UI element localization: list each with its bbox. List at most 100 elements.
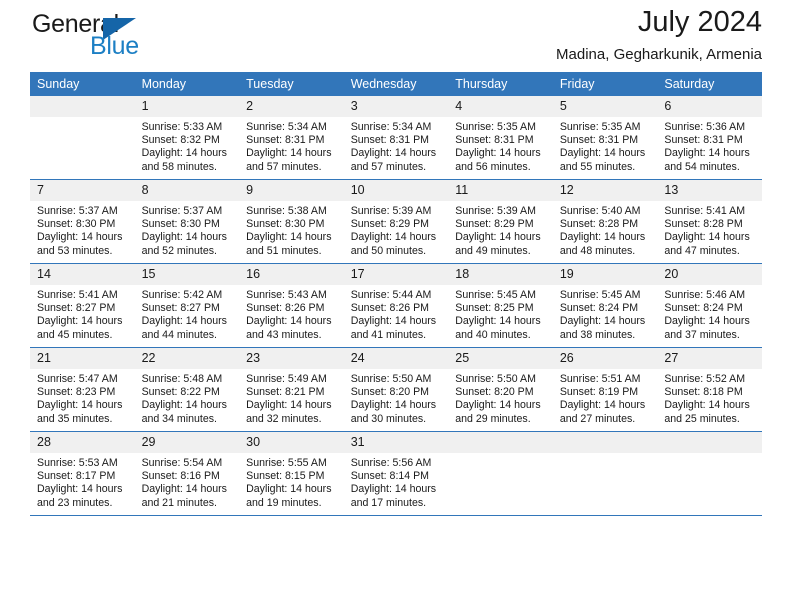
- day-info-line: Sunrise: 5:46 AM: [664, 289, 746, 301]
- day-info-line: Daylight: 14 hours: [141, 147, 227, 160]
- calendar-day-cell[interactable]: 8 Sunrise: 5:37 AM Sunset: 8:30 PM Daylight…: [134, 179, 240, 264]
- day-info-line: and 50 minutes.: [350, 244, 427, 257]
- calendar-day-cell[interactable]: 18 Sunrise: 5:45 AM Sunset: 8:25 PM Dayligh…: [448, 263, 553, 348]
- day-number: 2: [239, 96, 344, 117]
- day-info-line: Daylight: 14 hours: [559, 315, 646, 328]
- day-info-line: and 57 minutes.: [350, 160, 427, 173]
- day-info-line: Sunrise: 5:48 AM: [141, 373, 223, 385]
- calendar-day-cell-empty: [552, 431, 658, 516]
- day-info-line: Sunrise: 5:52 AM: [664, 373, 746, 385]
- day-number: 17: [343, 264, 449, 285]
- day-sun-info: Sunrise: 5:41 AM Sunset: 8:27 PM Daylight:…: [30, 285, 135, 342]
- day-sun-info: Sunrise: 5:34 AM Sunset: 8:31 PM Daylight:…: [344, 117, 449, 174]
- day-info-line: and 56 minutes.: [455, 160, 531, 173]
- calendar-day-cell[interactable]: 4 Sunrise: 5:35 AM Sunset: 8:31 PM Daylight…: [448, 96, 553, 180]
- day-number: 16: [239, 264, 344, 285]
- calendar-day-cell[interactable]: 23 Sunrise: 5:49 AM Sunset: 8:21 PM Dayligh…: [239, 347, 344, 432]
- calendar-day-cell[interactable]: 25 Sunrise: 5:50 AM Sunset: 8:20 PM Dayligh…: [448, 347, 553, 432]
- day-info-line: Daylight: 14 hours: [350, 483, 437, 496]
- calendar-day-cell[interactable]: 11 Sunrise: 5:39 AM Sunset: 8:29 PM Dayligh…: [448, 179, 553, 264]
- calendar-day-cell[interactable]: 14 Sunrise: 5:41 AM Sunset: 8:27 PM Dayligh…: [30, 263, 135, 348]
- day-info-line: Daylight: 14 hours: [141, 483, 227, 496]
- day-info-line: Sunset: 8:29 PM: [350, 218, 430, 231]
- day-info-line: and 19 minutes.: [246, 496, 322, 509]
- day-info-line: Sunrise: 5:35 AM: [559, 121, 641, 133]
- day-sun-info: Sunrise: 5:52 AM Sunset: 8:18 PM Daylight:…: [657, 369, 762, 426]
- day-info-line: and 44 minutes.: [141, 328, 217, 341]
- brand-logo[interactable]: General Blue: [30, 8, 250, 64]
- calendar-day-cell[interactable]: 2 Sunrise: 5:34 AM Sunset: 8:31 PM Daylight…: [239, 96, 344, 180]
- day-info-line: Sunset: 8:28 PM: [559, 218, 639, 231]
- day-info-line: Sunrise: 5:49 AM: [246, 373, 327, 385]
- calendar-day-cell[interactable]: 20 Sunrise: 5:46 AM Sunset: 8:24 PM Dayligh…: [657, 263, 762, 348]
- day-info-line: Sunrise: 5:45 AM: [455, 289, 536, 301]
- calendar-day-cell[interactable]: 9 Sunrise: 5:38 AM Sunset: 8:30 PM Daylight…: [239, 179, 344, 264]
- title-block: July 2024 Madina, Gegharkunik, Armenia: [556, 0, 762, 66]
- calendar-day-cell[interactable]: 13 Sunrise: 5:41 AM Sunset: 8:28 PM Dayligh…: [657, 179, 762, 264]
- day-info-line: Sunrise: 5:47 AM: [37, 373, 118, 385]
- day-info-line: Sunrise: 5:55 AM: [246, 457, 327, 469]
- day-number: 13: [657, 180, 762, 201]
- calendar-day-cell[interactable]: 30 Sunrise: 5:55 AM Sunset: 8:15 PM Dayligh…: [239, 431, 344, 516]
- calendar-day-cell[interactable]: 22 Sunrise: 5:48 AM Sunset: 8:22 PM Dayligh…: [134, 347, 240, 432]
- day-number: 25: [448, 348, 553, 369]
- day-info-line: and 37 minutes.: [664, 328, 740, 341]
- calendar-day-cell[interactable]: 10 Sunrise: 5:39 AM Sunset: 8:29 PM Dayligh…: [343, 179, 449, 264]
- day-info-line: Sunset: 8:16 PM: [141, 470, 220, 483]
- day-info-line: and 40 minutes.: [455, 328, 531, 341]
- day-info-line: Sunrise: 5:34 AM: [246, 121, 327, 133]
- day-info-line: and 38 minutes.: [559, 328, 636, 341]
- day-info-line: Sunset: 8:31 PM: [664, 134, 743, 147]
- day-sun-info: Sunrise: 5:47 AM Sunset: 8:23 PM Daylight:…: [30, 369, 135, 426]
- day-info-line: Sunset: 8:22 PM: [141, 386, 220, 399]
- weekday-header-sunday: Sunday: [30, 72, 135, 96]
- calendar-body: 1 Sunrise: 5:33 AM Sunset: 8:32 PM Daylight…: [30, 96, 762, 516]
- day-info-line: Daylight: 14 hours: [246, 147, 332, 160]
- calendar-day-cell[interactable]: 12 Sunrise: 5:40 AM Sunset: 8:28 PM Dayligh…: [552, 179, 658, 264]
- day-info-line: Daylight: 14 hours: [246, 399, 332, 412]
- calendar-day-cell[interactable]: 1 Sunrise: 5:33 AM Sunset: 8:32 PM Daylight…: [134, 96, 240, 180]
- calendar-day-cell[interactable]: 21 Sunrise: 5:47 AM Sunset: 8:23 PM Dayligh…: [30, 347, 135, 432]
- weekday-header-wednesday: Wednesday: [343, 72, 449, 96]
- day-info-line: Daylight: 14 hours: [664, 147, 750, 160]
- calendar-day-cell[interactable]: 27 Sunrise: 5:52 AM Sunset: 8:18 PM Dayligh…: [657, 347, 762, 432]
- calendar-day-cell[interactable]: 28 Sunrise: 5:53 AM Sunset: 8:17 PM Dayligh…: [30, 431, 135, 516]
- day-info-line: Daylight: 14 hours: [37, 483, 123, 496]
- day-info-line: and 55 minutes.: [559, 160, 636, 173]
- calendar-day-cell[interactable]: 19 Sunrise: 5:45 AM Sunset: 8:24 PM Dayligh…: [552, 263, 658, 348]
- day-info-line: Sunset: 8:21 PM: [246, 386, 325, 399]
- calendar-day-cell[interactable]: 3 Sunrise: 5:34 AM Sunset: 8:31 PM Daylight…: [343, 96, 449, 180]
- day-number: 6: [657, 96, 762, 117]
- day-info-line: Sunset: 8:27 PM: [37, 302, 116, 315]
- day-sun-info: Sunrise: 5:37 AM Sunset: 8:30 PM Daylight:…: [30, 201, 135, 258]
- calendar-day-cell[interactable]: 5 Sunrise: 5:35 AM Sunset: 8:31 PM Daylight…: [552, 96, 658, 180]
- calendar-day-cell[interactable]: 17 Sunrise: 5:44 AM Sunset: 8:26 PM Dayligh…: [343, 263, 449, 348]
- day-info-line: Sunrise: 5:41 AM: [37, 289, 118, 301]
- page-title: July 2024: [637, 6, 762, 38]
- day-info-line: and 49 minutes.: [455, 244, 531, 257]
- calendar-day-cell[interactable]: 16 Sunrise: 5:43 AM Sunset: 8:26 PM Dayligh…: [239, 263, 344, 348]
- calendar-day-cell[interactable]: 15 Sunrise: 5:42 AM Sunset: 8:27 PM Dayligh…: [134, 263, 240, 348]
- day-info-line: Sunrise: 5:38 AM: [246, 205, 327, 217]
- calendar-day-cell[interactable]: 7 Sunrise: 5:37 AM Sunset: 8:30 PM Daylight…: [30, 179, 135, 264]
- day-info-line: and 29 minutes.: [455, 412, 531, 425]
- day-number: 24: [343, 348, 449, 369]
- day-number: 20: [657, 264, 762, 285]
- calendar-day-cell[interactable]: 31 Sunrise: 5:56 AM Sunset: 8:14 PM Dayligh…: [343, 431, 449, 516]
- day-number: 1: [134, 96, 240, 117]
- day-number: 18: [448, 264, 553, 285]
- day-info-line: Daylight: 14 hours: [350, 399, 437, 412]
- calendar-day-cell[interactable]: 29 Sunrise: 5:54 AM Sunset: 8:16 PM Dayligh…: [134, 431, 240, 516]
- day-sun-info: Sunrise: 5:51 AM Sunset: 8:19 PM Daylight:…: [553, 369, 658, 426]
- day-info-line: Sunset: 8:24 PM: [559, 302, 639, 315]
- day-info-line: and 48 minutes.: [559, 244, 636, 257]
- day-number: 8: [134, 180, 240, 201]
- calendar-day-cell[interactable]: 26 Sunrise: 5:51 AM Sunset: 8:19 PM Dayligh…: [552, 347, 658, 432]
- day-info-line: Daylight: 14 hours: [141, 231, 227, 244]
- calendar-day-cell[interactable]: 24 Sunrise: 5:50 AM Sunset: 8:20 PM Dayligh…: [343, 347, 449, 432]
- day-info-line: and 54 minutes.: [664, 160, 740, 173]
- day-info-line: Sunrise: 5:39 AM: [350, 205, 432, 217]
- calendar-day-cell[interactable]: 6 Sunrise: 5:36 AM Sunset: 8:31 PM Daylight…: [657, 96, 762, 180]
- calendar-header-row: Sunday Monday Tuesday Wednesday Thursday Frid…: [30, 72, 762, 96]
- day-info-line: Sunrise: 5:36 AM: [664, 121, 746, 133]
